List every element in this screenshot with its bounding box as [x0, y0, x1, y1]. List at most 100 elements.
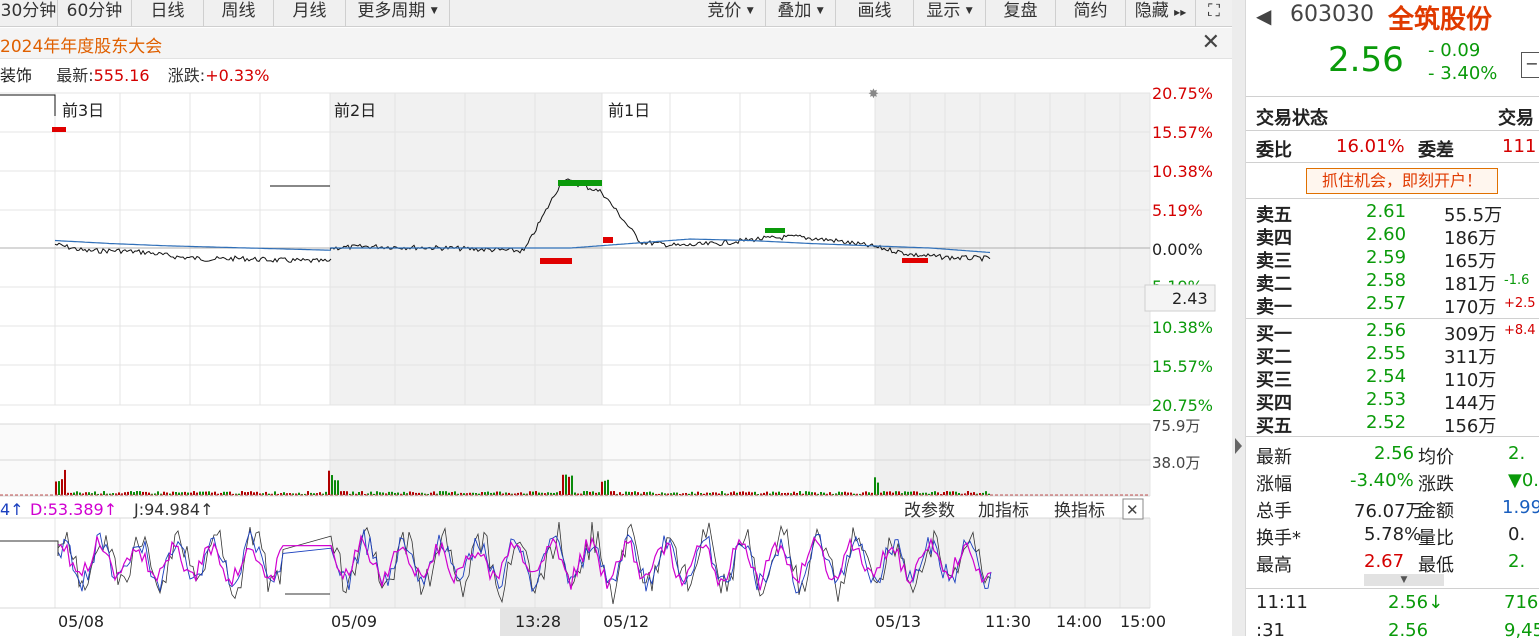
open-account-promo[interactable]: 抓住机会，即刻开户！	[1306, 168, 1498, 194]
pct-label: 20.75%	[1152, 86, 1213, 103]
bid-price[interactable]: 2.54	[1366, 366, 1406, 387]
latest-value: 555.16	[93, 66, 150, 85]
volume-bar	[973, 492, 975, 495]
volume-bar	[688, 493, 690, 495]
index-info: 装饰 最新:555.16 涨跌:+0.33%	[0, 62, 269, 86]
kdj-k-value: 4↑	[0, 500, 24, 519]
time-label: 15:00	[1120, 612, 1166, 631]
volume-bar	[808, 491, 810, 495]
tick-time: :31	[1256, 620, 1285, 641]
close-icon[interactable]: ✕	[1126, 501, 1139, 519]
period-week-button[interactable]: 周线	[204, 0, 274, 26]
ask-price[interactable]: 2.59	[1366, 247, 1406, 268]
period-30min-button[interactable]: 30分钟	[0, 0, 58, 26]
volume-bar	[868, 492, 870, 495]
overlay-label: 叠加	[777, 1, 812, 21]
stat-label: 均价	[1418, 447, 1454, 468]
stat-label: 换手*	[1256, 528, 1301, 549]
marker-green	[765, 228, 785, 233]
expand-icon[interactable]: ▼	[1364, 574, 1444, 586]
event-banner: 2024年年度股东大会 ✕	[0, 28, 1232, 59]
volume-bar	[898, 491, 900, 495]
draw-line-button[interactable]: 画线	[836, 0, 914, 26]
stat-value: 5.78%	[1364, 524, 1422, 545]
overlay-button[interactable]: 叠加 ▼	[766, 0, 836, 26]
volume-bar	[772, 491, 774, 495]
add-indicator-button[interactable]: 加指标	[978, 501, 1029, 521]
volume-bar	[523, 493, 525, 495]
back-icon[interactable]: ◀	[1256, 4, 1271, 28]
more-periods-button[interactable]: 更多周期 ▼	[346, 0, 450, 26]
volume-bar	[136, 491, 138, 495]
volume-label: 75.9万	[1152, 417, 1200, 435]
switch-indicator-button[interactable]: 换指标	[1054, 501, 1105, 521]
day-label-1: 前1日	[608, 101, 650, 120]
ask-price[interactable]: 2.61	[1366, 201, 1406, 222]
volume-bar	[562, 474, 564, 495]
volume-bar	[208, 491, 210, 495]
last-price: 2.56	[1328, 40, 1404, 80]
price-tag: 2.43	[1172, 289, 1208, 308]
ask-price[interactable]: 2.57	[1366, 293, 1406, 314]
separator	[1246, 96, 1539, 97]
volume-bar	[433, 491, 435, 495]
pct-label: 20.75%	[1152, 396, 1213, 415]
edit-params-button[interactable]: 改参数	[904, 501, 955, 521]
volume-bar	[370, 491, 372, 495]
hide-button[interactable]: 隐藏 ▸▸	[1126, 0, 1196, 26]
volume-bar	[148, 492, 150, 495]
bid-price[interactable]: 2.53	[1366, 389, 1406, 410]
volume-bar	[943, 492, 945, 495]
event-banner-title[interactable]: 2024年年度股东大会	[0, 32, 162, 57]
volume-bar	[985, 491, 987, 495]
volume-bar	[94, 491, 96, 495]
marker-red	[902, 258, 928, 263]
collapse-arrow-icon	[1235, 438, 1242, 454]
close-icon[interactable]: ✕	[1202, 30, 1220, 55]
bid-price[interactable]: 2.52	[1366, 412, 1406, 433]
volume-bar	[331, 475, 333, 495]
auction-button[interactable]: 竞价 ▼	[696, 0, 766, 26]
volume-bar	[949, 491, 951, 495]
panel-divider[interactable]	[1232, 0, 1245, 636]
stat-label: 金额	[1418, 501, 1454, 522]
bid-volume-change: +8.4	[1504, 323, 1536, 338]
bid-price[interactable]: 2.56	[1366, 320, 1406, 341]
today-background	[875, 93, 1150, 405]
volume-bar	[250, 491, 252, 495]
volume-bar	[61, 479, 63, 495]
chart-area[interactable]: 前3日 前2日 前1日 ✸ 20.75% 15.57% 10.38% 5.19%…	[0, 86, 1232, 636]
stat-value: 0.	[1508, 524, 1526, 545]
ask-price[interactable]: 2.60	[1366, 224, 1406, 245]
volume-bar	[337, 480, 339, 495]
volume-bar	[172, 491, 174, 495]
ask-price[interactable]: 2.58	[1366, 270, 1406, 291]
volume-bar	[373, 493, 375, 495]
volume-bar	[874, 477, 876, 495]
volume-bar	[967, 491, 969, 495]
volume-bar	[346, 491, 348, 495]
period-60min-button[interactable]: 60分钟	[58, 0, 132, 26]
volume-bar	[463, 493, 465, 495]
display-button[interactable]: 显示 ▼	[914, 0, 986, 26]
volume-bar	[283, 492, 285, 495]
volume-bar	[205, 491, 207, 495]
volume-bar	[454, 491, 456, 495]
volume-bar	[58, 481, 60, 495]
replay-button[interactable]: 复盘	[986, 0, 1056, 26]
volume-bar	[883, 491, 885, 495]
price-change: - 0.09	[1428, 40, 1481, 61]
volume-bar	[877, 482, 879, 495]
crosshair-icon[interactable]: ✸	[868, 87, 879, 102]
period-month-button[interactable]: 月线	[274, 0, 346, 26]
volume-bar	[583, 491, 585, 495]
period-day-button[interactable]: 日线	[132, 0, 204, 26]
trade-status-label-2: 交易	[1498, 108, 1534, 129]
fullscreen-icon[interactable]: ⛶	[1196, 0, 1232, 26]
volume-bar	[853, 493, 855, 495]
volume-bar	[904, 491, 906, 495]
stat-value: -3.40%	[1350, 470, 1414, 491]
bid-price[interactable]: 2.55	[1366, 343, 1406, 364]
simple-button[interactable]: 简约	[1056, 0, 1126, 26]
minus-icon[interactable]: −	[1521, 52, 1539, 78]
